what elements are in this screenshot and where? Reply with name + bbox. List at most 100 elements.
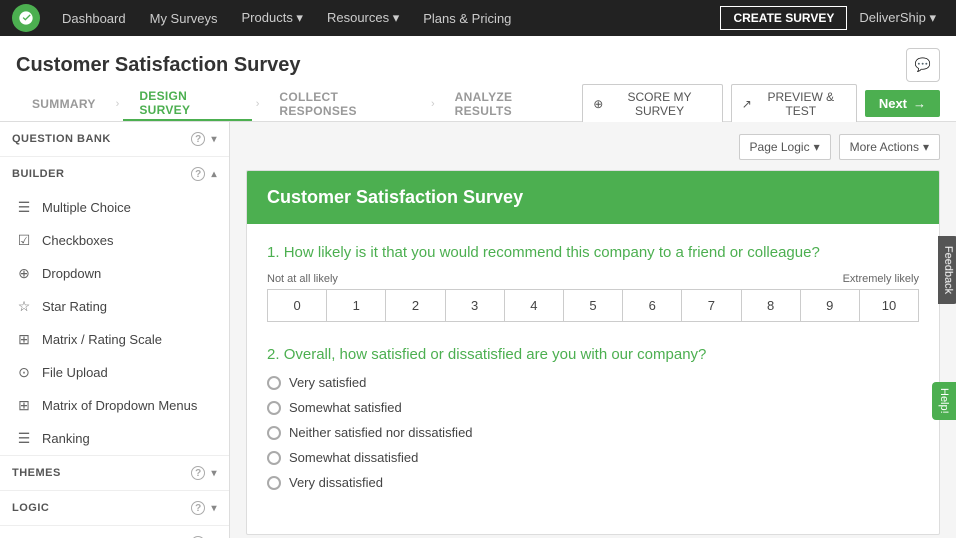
chat-icon-button[interactable]: 💬 [906,48,940,82]
themes-chevron: ▾ [211,468,217,479]
sidebar-section-question-bank: QUESTION BANK ? ▾ [0,122,229,157]
radio-circle-2 [267,426,281,440]
account-menu[interactable]: DeliverShip ▾ [851,10,944,26]
nps-cell-10[interactable]: 10 [860,290,918,321]
tab-arrow-3: › [431,98,435,110]
nps-cell-0[interactable]: 0 [268,290,327,321]
nps-cell-3[interactable]: 3 [446,290,505,321]
sidebar-item-matrix-rating[interactable]: ⊞ Matrix / Rating Scale [0,323,229,356]
sidebar-section-themes: THEMES ? ▾ [0,456,229,491]
sidebar: QUESTION BANK ? ▾ BUILDER ? ▴ ☰ [0,122,230,538]
file-upload-icon: ⊙ [16,364,32,381]
create-survey-button[interactable]: CREATE SURVEY [720,6,847,30]
tab-summary[interactable]: SUMMARY [16,86,112,121]
score-my-survey-button[interactable]: ⊕ SCORE MY SURVEY [582,84,722,124]
help-tab[interactable]: Help! [932,382,956,420]
nav-products[interactable]: Products ▾ [232,0,313,36]
nps-cell-8[interactable]: 8 [742,290,801,321]
options-label: OPTIONS [12,537,65,538]
sidebar-question-bank-header[interactable]: QUESTION BANK ? ▾ [0,122,229,156]
tab-collect-responses[interactable]: COLLECT RESPONSES [263,86,427,121]
radio-label-4: Very dissatisfied [289,475,383,490]
page-logic-chevron: ▾ [814,140,820,154]
sidebar-item-file-upload[interactable]: ⊙ File Upload [0,356,229,389]
radio-circle-4 [267,476,281,490]
page-title: Customer Satisfaction Survey [16,54,301,77]
themes-help-icon[interactable]: ? [191,466,205,480]
radio-option-3[interactable]: Somewhat dissatisfied [267,450,919,465]
radio-option-4[interactable]: Very dissatisfied [267,475,919,490]
sidebar-logic-header[interactable]: LOGIC ? ▾ [0,491,229,525]
logic-label: LOGIC [12,502,49,514]
question-bank-chevron: ▾ [211,134,217,145]
nps-cell-9[interactable]: 9 [801,290,860,321]
nav-resources[interactable]: Resources ▾ [317,0,409,36]
page-logic-button[interactable]: Page Logic ▾ [739,134,831,160]
radio-option-2[interactable]: Neither satisfied nor dissatisfied [267,425,919,440]
options-help-icon[interactable]: ? [191,536,205,538]
matrix-dropdown-icon: ⊞ [16,397,32,414]
tab-actions: ⊕ SCORE MY SURVEY ↗ PREVIEW & TEST Next … [582,84,940,124]
nps-cell-7[interactable]: 7 [682,290,741,321]
nps-labels: Not at all likely Extremely likely [267,273,919,285]
sidebar-item-matrix-dropdown[interactable]: ⊞ Matrix of Dropdown Menus [0,389,229,422]
question-bank-help-icon[interactable]: ? [191,132,205,146]
radio-label-1: Somewhat satisfied [289,400,402,415]
nps-left-label: Not at all likely [267,273,338,285]
nps-cell-1[interactable]: 1 [327,290,386,321]
nps-cell-5[interactable]: 5 [564,290,623,321]
sidebar-section-logic: LOGIC ? ▾ [0,491,229,526]
survey-card-body: 1. How likely is it that you would recom… [247,224,939,534]
content-toolbar: Page Logic ▾ More Actions ▾ [246,134,940,160]
top-nav: Dashboard My Surveys Products ▾ Resource… [0,0,956,36]
radio-circle-0 [267,376,281,390]
sidebar-themes-header[interactable]: THEMES ? ▾ [0,456,229,490]
preview-test-button[interactable]: ↗ PREVIEW & TEST [731,84,857,124]
preview-icon: ↗ [742,97,752,111]
nav-dashboard[interactable]: Dashboard [52,0,136,36]
tab-analyze-results[interactable]: ANALYZE RESULTS [439,86,583,121]
nps-scale[interactable]: 012345678910 [267,289,919,322]
nps-cell-6[interactable]: 6 [623,290,682,321]
next-button[interactable]: Next → [865,90,940,117]
feedback-tab[interactable]: Feedback [938,236,956,304]
sidebar-item-ranking[interactable]: ☰ Ranking [0,422,229,455]
sidebar-item-multiple-choice[interactable]: ☰ Multiple Choice [0,191,229,224]
builder-chevron: ▴ [211,169,217,180]
radio-option-0[interactable]: Very satisfied [267,375,919,390]
tab-arrow-1: › [116,98,120,110]
nps-right-label: Extremely likely [843,273,919,285]
score-icon: ⊕ [593,97,603,111]
ranking-icon: ☰ [16,430,32,447]
survey-card: Customer Satisfaction Survey 1. How like… [246,170,940,535]
multiple-choice-icon: ☰ [16,199,32,216]
nps-cell-4[interactable]: 4 [505,290,564,321]
sidebar-section-builder: BUILDER ? ▴ ☰ Multiple Choice ☑ Checkbox… [0,157,229,456]
builder-help-icon[interactable]: ? [191,167,205,181]
sidebar-item-checkboxes[interactable]: ☑ Checkboxes [0,224,229,257]
nps-cell-2[interactable]: 2 [386,290,445,321]
next-arrow-icon: → [913,96,926,111]
matrix-rating-icon: ⊞ [16,331,32,348]
sidebar-item-dropdown[interactable]: ⊕ Dropdown [0,257,229,290]
question-2-block: 2. Overall, how satisfied or dissatisfie… [267,346,919,490]
radio-circle-1 [267,401,281,415]
radio-options: Very satisfied Somewhat satisfied Neithe… [267,375,919,490]
sidebar-item-star-rating[interactable]: ☆ Star Rating [0,290,229,323]
sidebar-builder-header[interactable]: BUILDER ? ▴ [0,157,229,191]
tab-design-survey[interactable]: DESIGN SURVEY [123,86,251,121]
logic-chevron: ▾ [211,503,217,514]
logo[interactable] [12,4,40,32]
builder-label: BUILDER [12,168,64,180]
more-actions-button[interactable]: More Actions ▾ [839,134,940,160]
sidebar-options-header[interactable]: OPTIONS ? ▾ [0,526,229,538]
question-1-title: 1. How likely is it that you would recom… [267,244,919,261]
radio-circle-3 [267,451,281,465]
nav-plans-pricing[interactable]: Plans & Pricing [413,0,521,36]
question-2-title: 2. Overall, how satisfied or dissatisfie… [267,346,919,363]
question-bank-label: QUESTION BANK [12,133,111,145]
logic-help-icon[interactable]: ? [191,501,205,515]
radio-option-1[interactable]: Somewhat satisfied [267,400,919,415]
question-1-block: 1. How likely is it that you would recom… [267,244,919,322]
nav-my-surveys[interactable]: My Surveys [140,0,228,36]
